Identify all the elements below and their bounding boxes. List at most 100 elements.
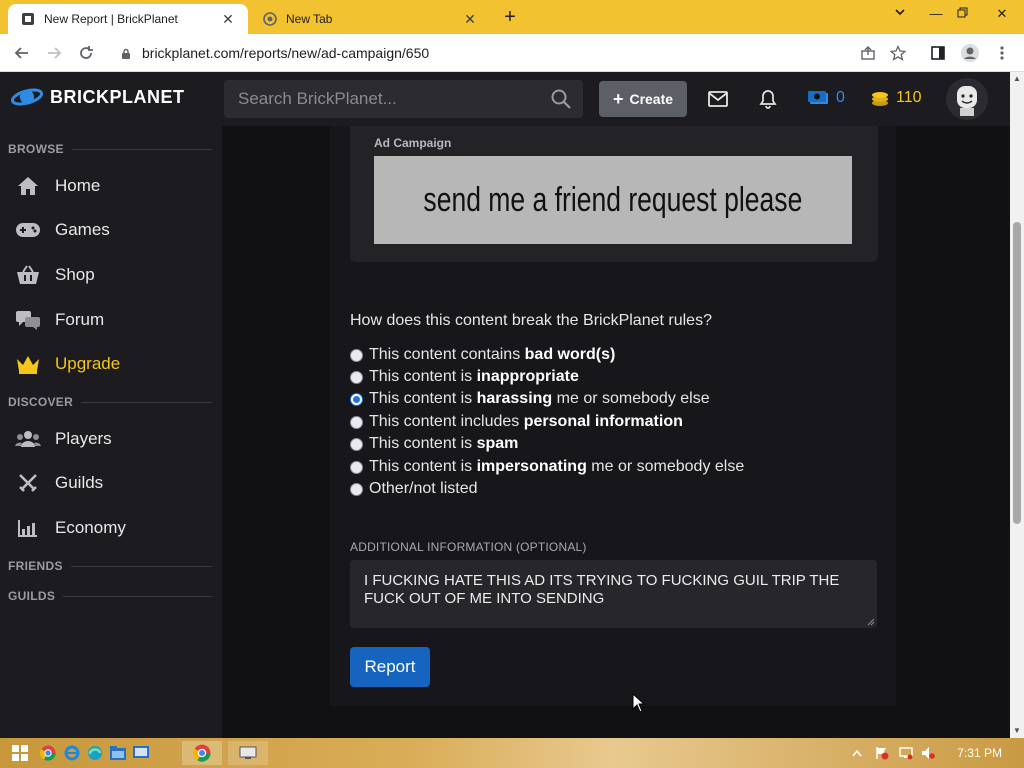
sidebar-item-guilds[interactable]: Guilds: [14, 465, 214, 501]
control-panel-icon[interactable]: [131, 741, 151, 765]
tab-search-chevron-icon[interactable]: [890, 4, 910, 24]
chrome-taskbar-icon[interactable]: [38, 741, 58, 765]
tab-close-icon[interactable]: ✕: [462, 11, 478, 27]
resize-handle-icon[interactable]: [867, 618, 875, 626]
ad-campaign-label: Ad Campaign: [374, 136, 452, 150]
new-tab-plus-icon[interactable]: +: [498, 6, 522, 30]
avatar-head-icon: [957, 86, 977, 116]
brickplanet-logo[interactable]: BRICKPLANET: [10, 84, 185, 110]
bucks-icon: [808, 91, 828, 104]
scroll-down-arrow-icon[interactable]: ▼: [1012, 726, 1022, 736]
option-text: Other/not listed: [369, 480, 478, 497]
sidebar-item-home[interactable]: Home: [14, 168, 214, 204]
shopping-basket-icon: [14, 263, 42, 287]
option-text: This content is inappropriate: [369, 368, 579, 385]
back-arrow-icon[interactable]: [10, 42, 34, 64]
radio-button[interactable]: [350, 460, 363, 474]
page-scrollbar[interactable]: ▲ ▼: [1010, 72, 1024, 738]
radio-button[interactable]: [350, 415, 363, 429]
browser-menu-icon[interactable]: [990, 42, 1014, 64]
radio-button[interactable]: [350, 437, 363, 451]
reason-option-harassing[interactable]: This content is harassing me or somebody…: [350, 389, 710, 409]
coins-balance[interactable]: 110: [870, 89, 922, 107]
radio-button[interactable]: [350, 482, 363, 496]
bookmark-star-icon[interactable]: [886, 42, 910, 64]
tray-expand-chevron-icon[interactable]: [850, 741, 864, 765]
close-window-icon[interactable]: ✕: [992, 4, 1012, 24]
sidebar-item-label: Shop: [55, 265, 95, 284]
side-panel-icon[interactable]: [926, 42, 950, 64]
economy-chart-icon: [14, 516, 42, 540]
tab-new-report[interactable]: New Report | BrickPlanet ✕: [8, 4, 248, 34]
bucks-count: 0: [836, 89, 845, 106]
chrome-running-app[interactable]: [182, 741, 222, 765]
additional-info-textarea[interactable]: I FUCKING HATE THIS AD ITS TRYING TO FUC…: [350, 560, 877, 628]
address-bar: brickplanet.com/reports/new/ad-campaign/…: [0, 34, 1024, 72]
sidebar-item-shop[interactable]: Shop: [14, 257, 214, 293]
sidebar-section-guilds: GUILDS: [8, 589, 212, 603]
sidebar-item-forum[interactable]: Forum: [14, 302, 214, 338]
tab-close-icon[interactable]: ✕: [220, 11, 236, 27]
bucks-balance[interactable]: 0: [808, 89, 845, 107]
crown-icon: [14, 352, 42, 376]
windows-start-icon[interactable]: [8, 741, 32, 765]
tab-title: New Report | BrickPlanet: [44, 12, 178, 26]
profile-icon[interactable]: [958, 42, 982, 64]
taskbar-clock[interactable]: 7:31 PM: [957, 746, 1002, 760]
home-icon: [14, 174, 42, 198]
report-submit-button[interactable]: Report: [350, 647, 430, 687]
radio-button-selected[interactable]: [350, 392, 363, 406]
reason-option-spam[interactable]: This content is spam: [350, 434, 518, 454]
tab-new-tab[interactable]: New Tab ✕: [250, 4, 490, 34]
messages-envelope-icon[interactable]: [706, 87, 730, 111]
search-icon[interactable]: [551, 89, 571, 114]
scroll-up-arrow-icon[interactable]: ▲: [1012, 74, 1022, 84]
reload-icon[interactable]: [74, 42, 98, 64]
reason-option-impersonating[interactable]: This content is impersonating me or some…: [350, 457, 744, 477]
internet-explorer-icon[interactable]: [62, 741, 82, 765]
url-field[interactable]: brickplanet.com/reports/new/ad-campaign/…: [110, 39, 850, 67]
sidebar-section-discover: DISCOVER: [8, 395, 212, 409]
site-header: BRICKPLANET Search BrickPlanet... + Crea…: [0, 72, 1010, 126]
ad-campaign-card: Ad Campaign send me a friend request ple…: [350, 126, 878, 262]
sidebar-item-games[interactable]: Games: [14, 212, 214, 248]
restore-icon[interactable]: [952, 4, 972, 24]
sidebar-item-economy[interactable]: Economy: [14, 510, 214, 546]
reason-option-other[interactable]: Other/not listed: [350, 479, 478, 499]
browser-tab-bar: New Report | BrickPlanet ✕ New Tab ✕ + —…: [0, 0, 1024, 34]
reason-option-bad-words[interactable]: This content contains bad word(s): [350, 345, 615, 365]
notifications-bell-icon[interactable]: [756, 87, 780, 111]
option-text: This content contains bad word(s): [369, 346, 616, 363]
tab-title: New Tab: [286, 12, 333, 26]
gamepad-icon: [14, 218, 42, 242]
network-icon[interactable]: [898, 741, 914, 765]
radio-button[interactable]: [350, 370, 363, 384]
chrome-icon: [193, 744, 211, 762]
radio-button[interactable]: [350, 348, 363, 362]
main-content: Ad Campaign send me a friend request ple…: [222, 126, 1010, 738]
sidebar-item-players[interactable]: Players: [14, 421, 214, 457]
search-input[interactable]: Search BrickPlanet...: [224, 80, 583, 118]
rules-question: How does this content break the BrickPla…: [350, 312, 712, 329]
option-text: This content is impersonating me or some…: [369, 458, 745, 475]
sidebar-item-label: Guilds: [55, 473, 104, 492]
user-avatar[interactable]: [946, 78, 988, 120]
planet-logo-icon: [10, 88, 44, 106]
crossed-swords-icon: [14, 471, 42, 495]
edge-icon[interactable]: [85, 741, 105, 765]
reason-option-personal-information[interactable]: This content includes personal informati…: [350, 412, 683, 432]
forward-arrow-icon[interactable]: [42, 42, 66, 64]
file-explorer-icon[interactable]: [108, 741, 128, 765]
option-text: This content is spam: [369, 435, 519, 452]
volume-muted-icon[interactable]: [920, 741, 936, 765]
create-label: Create: [629, 91, 674, 107]
action-center-flag-icon[interactable]: [874, 741, 890, 765]
sidebar-item-upgrade[interactable]: Upgrade: [14, 346, 214, 382]
share-icon[interactable]: [856, 42, 880, 64]
remote-desktop-app[interactable]: [228, 741, 268, 765]
scrollbar-thumb[interactable]: [1013, 222, 1021, 524]
create-button[interactable]: + Create: [599, 81, 687, 117]
minimize-icon[interactable]: —: [926, 4, 946, 24]
reason-option-inappropriate[interactable]: This content is inappropriate: [350, 367, 579, 387]
ad-banner-image: send me a friend request please: [374, 156, 852, 244]
